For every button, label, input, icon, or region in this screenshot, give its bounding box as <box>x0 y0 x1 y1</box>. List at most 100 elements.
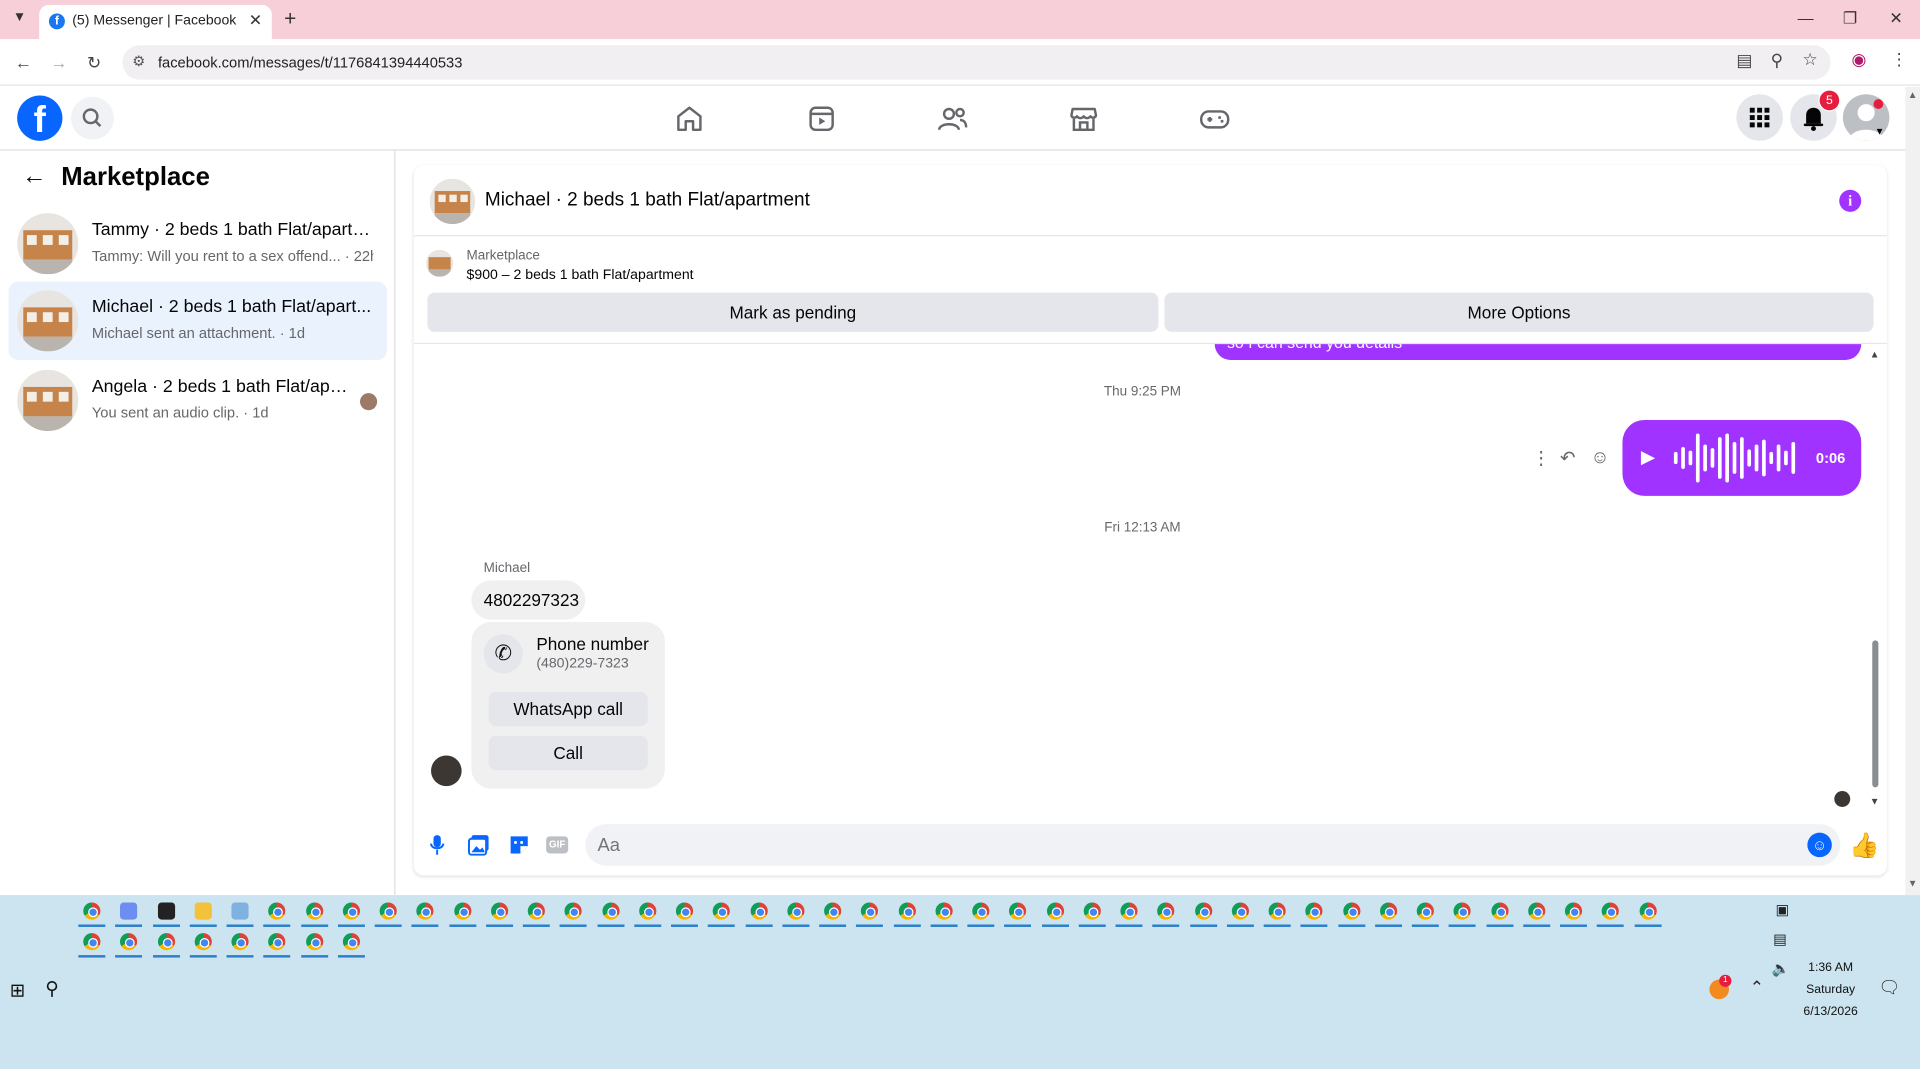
chrome-taskbar-icon[interactable] <box>226 929 254 958</box>
chrome-taskbar-icon[interactable] <box>300 929 328 958</box>
chrome-taskbar-icon[interactable] <box>1411 899 1439 927</box>
chrome-taskbar-icon[interactable] <box>1041 899 1069 927</box>
profile-icon[interactable]: ◉ <box>1851 49 1866 70</box>
chrome-taskbar-icon[interactable] <box>1448 899 1476 927</box>
more-actions-icon[interactable]: ⋮ <box>1532 447 1550 469</box>
marketplace-icon[interactable] <box>1067 102 1101 136</box>
tab-search-chevron-icon[interactable]: ▼ <box>7 10 31 32</box>
reply-icon[interactable]: ↶ <box>1560 447 1575 469</box>
call-button[interactable]: Call <box>488 735 648 771</box>
window-close-icon[interactable]: ✕ <box>1889 9 1902 29</box>
show-hidden-icons-chevron-icon[interactable]: ⌃ <box>1750 977 1764 998</box>
page-scroll-down-icon[interactable]: ▼ <box>1908 878 1918 889</box>
home-icon[interactable] <box>672 102 706 136</box>
chrome-taskbar-icon[interactable] <box>1189 899 1217 927</box>
chrome-taskbar-icon[interactable] <box>819 899 847 927</box>
chrome-taskbar-icon[interactable] <box>633 899 661 927</box>
message-input[interactable] <box>585 824 1841 866</box>
chat-title[interactable]: Michael · 2 beds 1 bath Flat/apartment <box>485 190 810 212</box>
whatsapp-call-button[interactable]: WhatsApp call <box>488 691 648 727</box>
chrome-taskbar-icon[interactable] <box>671 899 698 927</box>
chrome-taskbar-icon[interactable] <box>1560 899 1587 927</box>
thumbs-up-icon[interactable]: 👍 <box>1849 830 1879 861</box>
chrome-taskbar-icon[interactable] <box>1226 899 1254 927</box>
back-arrow-icon[interactable]: ← <box>22 163 46 191</box>
gif-icon[interactable]: GIF <box>546 836 569 854</box>
page-scroll-up-icon[interactable]: ▲ <box>1908 89 1918 100</box>
chrome-taskbar-icon[interactable] <box>374 899 402 927</box>
chrome-taskbar-icon[interactable] <box>1634 899 1662 927</box>
thread-scroll-thumb[interactable] <box>1872 640 1879 788</box>
forward-icon[interactable]: → <box>50 53 67 73</box>
play-icon[interactable]: ▶ <box>1641 446 1655 468</box>
chrome-taskbar-icon[interactable] <box>745 899 773 927</box>
emoji-icon[interactable]: ☺ <box>1807 832 1832 858</box>
sender-avatar[interactable] <box>431 755 462 787</box>
chrome-taskbar-icon[interactable] <box>522 899 550 927</box>
meet-now-icon[interactable]: ▣ <box>1776 901 1790 918</box>
browser-menu-icon[interactable]: ⋮ <box>1891 49 1908 70</box>
chat-listing-thumbnail[interactable] <box>429 178 476 225</box>
chrome-taskbar-icon[interactable] <box>152 929 180 958</box>
copilot-taskbar-icon[interactable] <box>115 899 143 927</box>
chrome-taskbar-icon[interactable] <box>596 899 624 927</box>
scroll-up-icon[interactable]: ▲ <box>1870 349 1880 360</box>
microphone-icon[interactable] <box>429 834 446 856</box>
chrome-taskbar-icon[interactable] <box>1263 899 1291 927</box>
photo-icon[interactable] <box>468 834 490 856</box>
url-bar[interactable]: ⚙ facebook.com/messages/t/11768413944405… <box>122 45 1831 80</box>
conversation-item-michael[interactable]: Michael · 2 beds 1 bath Flat/apart... Mi… <box>8 281 387 361</box>
network-icon[interactable]: ▤ <box>1773 931 1787 948</box>
chrome-taskbar-icon[interactable] <box>337 929 365 958</box>
browser-tab[interactable]: f (5) Messenger | Facebook ✕ <box>39 4 272 40</box>
chrome-taskbar-icon[interactable] <box>1522 899 1550 927</box>
search-button[interactable] <box>71 96 114 140</box>
audio-waveform[interactable] <box>1673 432 1796 483</box>
bookmark-star-icon[interactable]: ☆ <box>1802 49 1817 70</box>
chrome-taskbar-icon[interactable] <box>189 929 217 958</box>
listing-price-title[interactable]: $900 – 2 beds 1 bath Flat/apartment <box>467 268 694 283</box>
chrome-taskbar-icon[interactable] <box>930 899 958 927</box>
chrome-taskbar-icon[interactable] <box>708 899 736 927</box>
sticker-icon[interactable] <box>508 834 530 856</box>
url-text[interactable]: facebook.com/messages/t/1176841394440533 <box>158 54 462 71</box>
video-icon[interactable] <box>804 102 838 136</box>
chrome-taskbar-icon[interactable] <box>115 929 143 958</box>
account-chevron-icon[interactable]: ▼ <box>1875 126 1885 137</box>
chrome-taskbar-icon[interactable] <box>337 899 365 927</box>
chrome-taskbar-icon[interactable] <box>967 899 995 927</box>
chrome-taskbar-icon[interactable] <box>78 929 106 958</box>
mark-as-pending-button[interactable]: Mark as pending <box>427 292 1159 332</box>
chrome-taskbar-icon[interactable] <box>893 899 921 927</box>
new-tab-icon[interactable]: + <box>284 7 296 31</box>
page-scrollbar[interactable]: ▲ ▼ <box>1905 86 1920 896</box>
react-icon[interactable]: ☺ <box>1591 447 1610 468</box>
chrome-taskbar-icon[interactable] <box>448 899 476 927</box>
chrome-taskbar-icon[interactable] <box>1004 899 1032 927</box>
chrome-taskbar-icon[interactable] <box>1078 899 1106 927</box>
chrome-taskbar-icon[interactable] <box>485 899 513 927</box>
chrome-taskbar-icon[interactable] <box>1597 899 1624 927</box>
chrome-taskbar-icon[interactable] <box>1300 899 1328 927</box>
notes-taskbar-icon[interactable] <box>152 899 180 927</box>
taskbar-search-icon[interactable]: ⚲ <box>45 977 58 999</box>
volume-icon[interactable]: 🔈 <box>1772 960 1790 977</box>
chrome-taskbar-icon[interactable] <box>1152 899 1180 927</box>
chrome-taskbar-icon[interactable] <box>263 929 291 958</box>
taskbar-clock[interactable]: 1:36 AM Saturday 6/13/2026 <box>1798 958 1864 1024</box>
audio-message[interactable]: ▶ 0:06 <box>1622 420 1862 496</box>
chrome-taskbar-icon[interactable] <box>559 899 587 927</box>
conversation-item-angela[interactable]: Angela · 2 beds 1 bath Flat/apar... You … <box>9 361 387 439</box>
chrome-taskbar-icon[interactable] <box>1115 899 1143 927</box>
reload-icon[interactable]: ↻ <box>87 53 101 74</box>
chrome-taskbar-icon[interactable] <box>1374 899 1402 927</box>
more-options-button[interactable]: More Options <box>1164 292 1874 332</box>
tab-close-icon[interactable]: ✕ <box>249 11 262 31</box>
gaming-icon[interactable] <box>1198 102 1232 136</box>
facebook-logo-icon[interactable]: f <box>17 95 63 141</box>
chrome-taskbar-icon[interactable] <box>782 899 810 927</box>
paint-taskbar-icon[interactable] <box>226 899 254 927</box>
windows-start-icon[interactable]: ⊞ <box>10 980 25 1002</box>
outgoing-message-bubble[interactable]: so I can send you details <box>1214 344 1862 361</box>
chrome-taskbar-icon[interactable] <box>856 899 884 927</box>
